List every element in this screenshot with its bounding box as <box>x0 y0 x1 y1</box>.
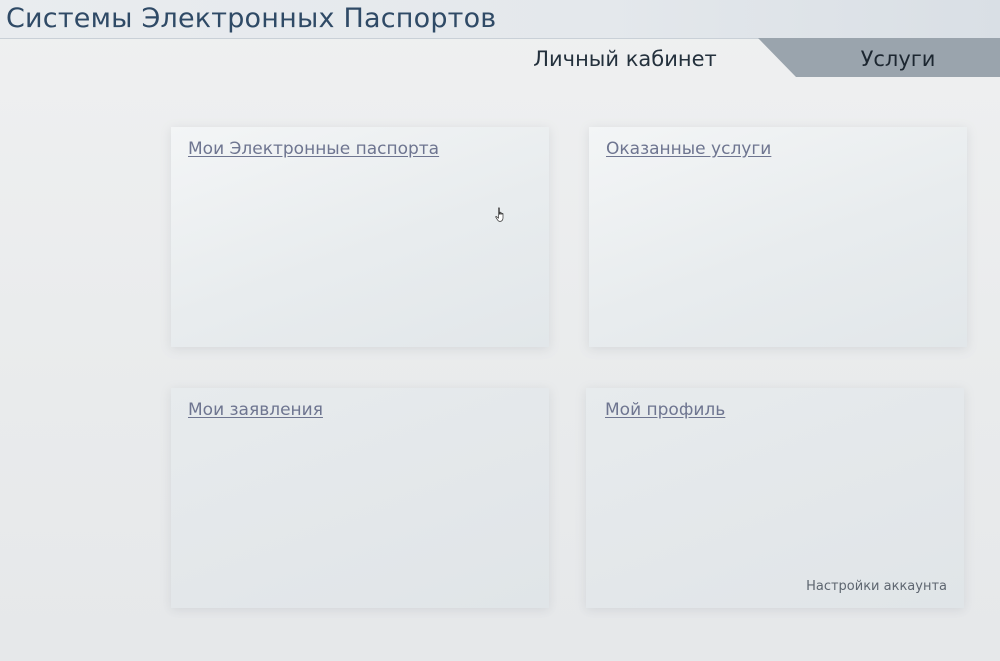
tab-services-label: Услуги <box>860 47 936 71</box>
title-bar: Системы Электронных Паспортов <box>0 0 1000 39</box>
card-rendered-services[interactable]: Оказанные услуги <box>589 127 967 347</box>
card-my-electronic-passports[interactable]: Мои Электронные паспорта <box>171 127 549 347</box>
card-my-applications[interactable]: Мои заявления <box>171 388 549 608</box>
rendered-services-link[interactable]: Оказанные услуги <box>606 139 771 159</box>
app-title: Системы Электронных Паспортов <box>6 3 497 34</box>
card-my-profile[interactable]: Мой профиль Настройки аккаунта <box>586 388 964 608</box>
top-navigation: Личный кабинет Услуги <box>0 38 1000 77</box>
tab-personal-cabinet[interactable]: Личный кабинет <box>500 38 750 77</box>
page: Системы Электронных Паспортов Личный каб… <box>0 0 1000 661</box>
hand-pointer-icon <box>495 207 504 222</box>
my-electronic-passports-link[interactable]: Мои Электронные паспорта <box>188 139 439 159</box>
tab-services[interactable]: Услуги <box>758 38 1000 77</box>
my-profile-link[interactable]: Мой профиль <box>605 400 725 420</box>
my-applications-link[interactable]: Мои заявления <box>188 400 323 420</box>
account-settings-link[interactable]: Настройки аккаунта <box>806 579 947 594</box>
